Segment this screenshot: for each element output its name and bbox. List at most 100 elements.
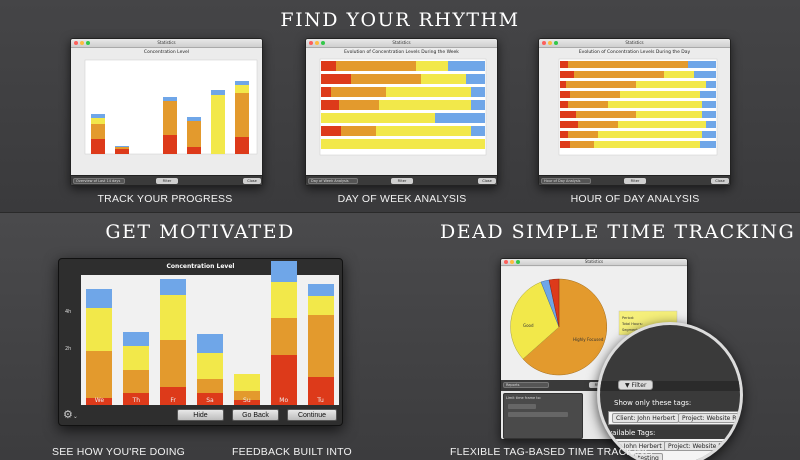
stats-window-overview: Statistics Concentration Level Overview … bbox=[70, 38, 263, 186]
overview-chart bbox=[84, 59, 258, 155]
bar-we-good bbox=[86, 308, 113, 351]
row-h5 bbox=[560, 101, 716, 108]
bar-fr-good bbox=[160, 295, 187, 340]
concentration-plot bbox=[81, 260, 339, 405]
bar-th-good bbox=[123, 345, 150, 370]
period-select[interactable]: Overview of Last 14 days bbox=[73, 178, 125, 184]
summary-line-0: Period: bbox=[622, 316, 634, 320]
bar-we bbox=[91, 114, 105, 154]
row-h6 bbox=[560, 111, 716, 118]
x-tick-label: Su bbox=[243, 397, 251, 404]
close-button[interactable]: Close bbox=[478, 178, 496, 184]
y-tick-4h: 4h bbox=[65, 309, 72, 315]
continue-button[interactable]: Continue bbox=[287, 409, 337, 421]
bar-we-highly-focused bbox=[86, 350, 113, 398]
bar-tu-highly-focused bbox=[307, 315, 334, 377]
bar-mo-highly-focused bbox=[270, 317, 297, 356]
row-sa bbox=[321, 126, 485, 136]
bar-tu-distracted bbox=[307, 284, 334, 297]
pie-label-highly-focused: Highly Focused bbox=[573, 337, 604, 342]
bar-th bbox=[115, 146, 129, 154]
bar-fr-highly-focused bbox=[160, 340, 187, 388]
limit-label: Limit time frame to: bbox=[506, 396, 541, 400]
bar-fr bbox=[163, 97, 177, 154]
window-title: Statistics bbox=[584, 259, 604, 264]
chart-title: Concentration Level bbox=[143, 50, 190, 55]
bar-tu-good bbox=[307, 296, 334, 316]
bar-mo-distracted bbox=[270, 260, 297, 283]
x-tick-label: Mo bbox=[279, 397, 289, 404]
caption-flexible: FLEXIBLE TAG-BASED TIME TRACKING bbox=[450, 446, 653, 458]
bar-we-distracted bbox=[86, 289, 113, 309]
tag-project-available[interactable]: Project: Website Re bbox=[664, 441, 730, 451]
row-tu bbox=[321, 74, 485, 84]
row-h3 bbox=[560, 81, 716, 88]
limit-select[interactable] bbox=[508, 404, 536, 409]
window-title: Statistics bbox=[625, 40, 644, 45]
x-tick-label: Th bbox=[132, 397, 141, 404]
y-tick-2h: 2h bbox=[65, 346, 72, 352]
window-title: Statistics bbox=[392, 40, 411, 45]
bar-sa bbox=[187, 117, 201, 154]
caption-hour-of-day: HOUR OF DAY ANALYSIS bbox=[570, 193, 700, 205]
window-titlebar: Statistics bbox=[306, 39, 497, 48]
filter-button[interactable]: Filter bbox=[391, 178, 413, 184]
bar-fr-distracted bbox=[160, 278, 187, 296]
window-toolbar: Overview of Last 14 days Filter Close bbox=[71, 175, 262, 185]
show-only-label: Show only these tags: bbox=[614, 399, 692, 407]
filter-button[interactable]: ▼ Filter bbox=[618, 380, 654, 390]
bar-su-good bbox=[233, 374, 260, 391]
date-range-field[interactable] bbox=[508, 412, 568, 417]
bar-th-highly-focused bbox=[123, 369, 150, 394]
window-titlebar: Statistics bbox=[539, 39, 730, 48]
caption-day-of-week: DAY OF WEEK ANALYSIS bbox=[337, 193, 467, 205]
heading-time-tracking: DEAD SIMPLE TIME TRACKING bbox=[440, 221, 796, 243]
go-back-button[interactable]: Go Back bbox=[232, 409, 279, 421]
stats-window-hour-of-day: Statistics Evolution of Concentration Le… bbox=[538, 38, 731, 186]
row-fr bbox=[321, 113, 485, 123]
hour-of-day-chart bbox=[558, 58, 718, 156]
row-h1 bbox=[560, 61, 716, 68]
row-th bbox=[321, 100, 485, 110]
bar-sa-distracted bbox=[197, 334, 223, 353]
day-of-week-chart bbox=[319, 58, 487, 156]
row-h4 bbox=[560, 91, 716, 98]
row-h9 bbox=[560, 141, 716, 148]
x-tick-label: Sa bbox=[206, 397, 214, 404]
funnel-icon: ▼ bbox=[625, 382, 630, 389]
chart-title: Evolution of Concentration Levels During… bbox=[578, 50, 691, 55]
window-toolbar: Hour of Day Analysis Filter Close bbox=[539, 175, 730, 185]
row-h7 bbox=[560, 121, 716, 128]
summary-line-1: Total Hours: bbox=[621, 322, 643, 326]
row-mo bbox=[321, 61, 485, 71]
filter-button[interactable]: Filter bbox=[156, 178, 178, 184]
stats-window-day-of-week: Statistics Evolution of Concentration Le… bbox=[305, 38, 498, 186]
bar-th-distracted bbox=[123, 331, 150, 346]
bar-sa-highly-focused bbox=[197, 379, 223, 394]
tag-magnifier: ▼ Filter Show only these tags: Client: J… bbox=[597, 322, 743, 460]
close-button[interactable]: Close bbox=[711, 178, 729, 184]
gear-icon[interactable]: ⚙⌄ bbox=[63, 408, 78, 421]
tag-project[interactable]: Project: Website Re bbox=[678, 413, 740, 423]
window-titlebar: Statistics bbox=[501, 259, 687, 266]
period-select[interactable]: Hour of Day Analysis bbox=[541, 178, 591, 184]
window-toolbar: Day of Week Analysis Filter Close bbox=[306, 175, 497, 185]
chart-title: Concentration Level bbox=[166, 263, 235, 270]
close-button[interactable]: Close bbox=[243, 178, 261, 184]
hide-button[interactable]: Hide bbox=[177, 409, 224, 421]
caption-feedback: FEEDBACK BUILT INTO bbox=[232, 446, 352, 458]
tag-client[interactable]: Client: John Herbert bbox=[612, 413, 680, 423]
limit-panel: Limit time frame to: bbox=[503, 393, 583, 439]
row-h2 bbox=[560, 71, 716, 78]
x-tick-label: Fr bbox=[170, 397, 176, 404]
period-select[interactable]: Day of Week Analysis bbox=[308, 178, 358, 184]
heading-find-rhythm: FIND YOUR RHYTHM bbox=[280, 9, 520, 31]
bar-mo-good bbox=[270, 282, 297, 318]
row-su bbox=[321, 139, 485, 149]
caption-track-progress: TRACK YOUR PROGRESS bbox=[97, 193, 233, 205]
bar-mo bbox=[211, 90, 225, 154]
period-select[interactable]: Reports bbox=[503, 382, 549, 388]
x-tick-label: We bbox=[94, 397, 105, 404]
window-title: Statistics bbox=[157, 40, 176, 45]
filter-button[interactable]: Filter bbox=[624, 178, 646, 184]
